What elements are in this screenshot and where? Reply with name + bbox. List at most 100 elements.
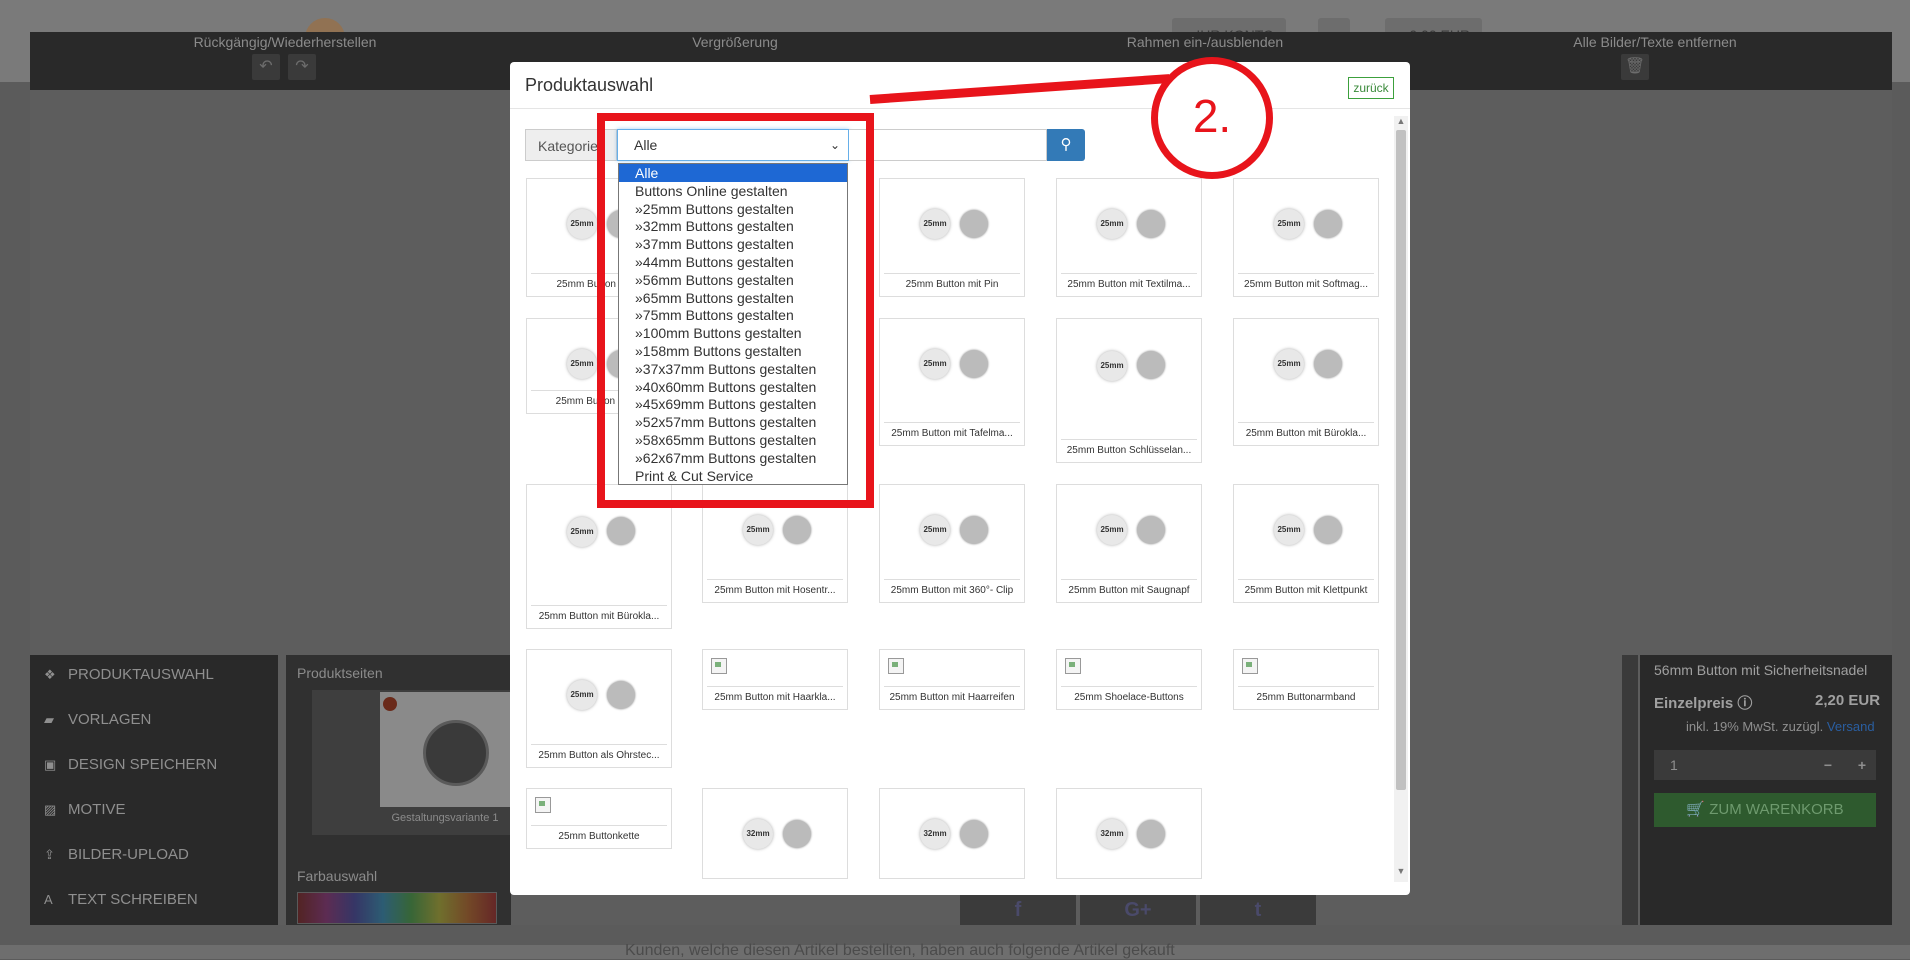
product-card[interactable]: 25mm 25mm Button mit Klettpunkt (1233, 484, 1379, 603)
menu-item-produktauswahl[interactable]: ❖ PRODUKTAUSWAHL (44, 665, 214, 685)
quantity-value: 1 (1670, 757, 1678, 773)
product-badge: 25mm (1097, 351, 1127, 381)
thumb-logo-icon (383, 697, 397, 711)
product-image (960, 820, 988, 848)
add-to-cart-button[interactable]: 🛒 ZUM WARENKORB (1654, 793, 1876, 827)
trash-icon: 🗑 (1624, 58, 1646, 75)
product-badge: 25mm (567, 680, 597, 710)
thumb-button-circle (423, 720, 489, 786)
price-label: Einzelpreis ⓘ (1654, 695, 1753, 712)
search-input[interactable] (849, 129, 1047, 161)
broken-image-icon (711, 658, 727, 674)
redo-button[interactable]: ↷ (288, 54, 316, 80)
twitter-button[interactable]: t (1200, 895, 1316, 925)
product-image (960, 516, 988, 544)
product-card[interactable]: 25mm 25mm Button mit Bürokla... (1233, 318, 1379, 446)
product-badge: 25mm (1274, 515, 1304, 545)
product-image (783, 516, 811, 544)
product-card[interactable]: 25mm Buttonkette (526, 788, 672, 849)
product-card[interactable]: 25mm 25mm Button Schlüsselan... (1056, 318, 1202, 463)
minus-icon[interactable]: − (1824, 750, 1832, 780)
scroll-down-icon[interactable]: ▼ (1396, 866, 1406, 878)
plus-icon[interactable]: + (1858, 750, 1866, 780)
product-caption: 25mm Button mit Textilma... (1061, 273, 1197, 290)
product-caption: 25mm Button mit Softmag... (1238, 273, 1374, 290)
zoom-label: Vergrößerung (692, 34, 778, 50)
product-badge: 25mm (743, 515, 773, 545)
color-picker-bar[interactable] (297, 892, 497, 924)
product-badge: 25mm (567, 349, 597, 379)
remove-all-button[interactable]: 🗑 (1621, 54, 1649, 80)
product-badge: 25mm (920, 515, 950, 545)
modal-divider (510, 108, 1410, 109)
product-caption: 25mm Button mit Hosentr... (707, 579, 843, 596)
right-panel-scrollbar[interactable] (1622, 655, 1638, 925)
info-icon[interactable]: ⓘ (1737, 695, 1752, 712)
product-card[interactable]: 25mm 25mm Button mit Softmag... (1233, 178, 1379, 297)
product-image (1137, 516, 1165, 544)
product-image (607, 517, 635, 545)
product-card[interactable]: 25mm 25mm Button als Ohrstec... (526, 649, 672, 768)
product-caption: 25mm Button mit Klettpunkt (1238, 579, 1374, 596)
product-image (1137, 210, 1165, 238)
shipping-link[interactable]: Versand (1827, 719, 1875, 734)
facebook-button[interactable]: f (960, 895, 1076, 925)
quantity-stepper[interactable]: 1 − + (1654, 750, 1876, 780)
product-image (1314, 516, 1342, 544)
product-card[interactable]: 25mm 25mm Button mit Pin (879, 178, 1025, 297)
broken-image-icon (535, 797, 551, 813)
product-badge: 25mm (1097, 515, 1127, 545)
product-card[interactable]: 32mm (879, 788, 1025, 879)
product-card[interactable]: 32mm (1056, 788, 1202, 879)
product-card[interactable]: 25mm 25mm Button mit Tafelma... (879, 318, 1025, 446)
google-plus-button[interactable]: G+ (1080, 895, 1196, 925)
product-card[interactable]: 25mm 25mm Button mit Saugnapf (1056, 484, 1202, 603)
google-plus-icon: G+ (1124, 899, 1152, 921)
color-title: Farbauswahl (297, 868, 378, 884)
modal-scrollbar-thumb[interactable] (1396, 130, 1406, 790)
product-caption: 25mm Buttonkette (531, 825, 667, 842)
product-card[interactable]: 25mm 25mm Button mit 360°- Clip (879, 484, 1025, 603)
product-caption: 25mm Button mit Tafelma... (884, 422, 1020, 439)
product-image (1137, 820, 1165, 848)
image-icon: ▨ (44, 802, 57, 817)
undo-button[interactable]: ↶ (252, 54, 280, 80)
menu-item-design-speichern[interactable]: ▣ DESIGN SPEICHERN (44, 755, 217, 775)
modal-title: Produktauswahl (525, 75, 654, 95)
product-caption: 25mm Button mit Haarreifen (884, 686, 1020, 703)
product-caption: 25mm Buttonarmband (1238, 686, 1374, 703)
product-card[interactable]: 25mm Button mit Haarreifen (879, 649, 1025, 710)
product-badge: 25mm (1097, 209, 1127, 239)
product-card[interactable]: 25mm 25mm Button mit Textilma... (1056, 178, 1202, 297)
product-caption: 25mm Shoelace-Buttons (1061, 686, 1197, 703)
product-image (960, 350, 988, 378)
product-image (1314, 350, 1342, 378)
search-button[interactable]: ⚲ (1047, 129, 1085, 161)
menu-item-bilder-upload[interactable]: ⇪ BILDER-UPLOAD (44, 845, 189, 865)
scroll-up-icon[interactable]: ▲ (1396, 116, 1406, 128)
product-card[interactable]: 25mm Button mit Haarkla... (702, 649, 848, 710)
product-badge: 32mm (1097, 819, 1127, 849)
product-caption: 25mm Button Schlüsselan... (1061, 439, 1197, 456)
upload-icon: ⇪ (44, 847, 55, 862)
product-badge: 25mm (1274, 209, 1304, 239)
product-card[interactable]: 25mm Buttonarmband (1233, 649, 1379, 710)
product-card[interactable]: 25mm Shoelace-Buttons (1056, 649, 1202, 710)
product-name: 56mm Button mit Sicherheitsnadel (1654, 662, 1868, 678)
menu-item-text-schreiben[interactable]: A TEXT SCHREIBEN (44, 890, 198, 910)
menu-item-vorlagen[interactable]: ▰ VORLAGEN (44, 710, 151, 730)
left-menu (30, 655, 278, 925)
back-button[interactable]: zurück (1348, 77, 1394, 99)
undo-icon: ↶ (259, 58, 273, 75)
product-badge: 32mm (743, 819, 773, 849)
cubes-icon: ❖ (44, 667, 56, 682)
product-card[interactable]: 32mm (702, 788, 848, 879)
menu-item-motive[interactable]: ▨ MOTIVE (44, 800, 126, 820)
pages-title: Produktseiten (297, 665, 383, 681)
product-badge: 25mm (1274, 349, 1304, 379)
folder-icon: ▰ (44, 712, 54, 727)
facebook-icon: f (1014, 899, 1022, 921)
related-products-text: Kunden, welche diesen Artikel bestellten… (625, 942, 1175, 959)
product-caption: 25mm Button mit Saugnapf (1061, 579, 1197, 596)
frame-toggle-label: Rahmen ein-/ausblenden (1126, 34, 1284, 50)
